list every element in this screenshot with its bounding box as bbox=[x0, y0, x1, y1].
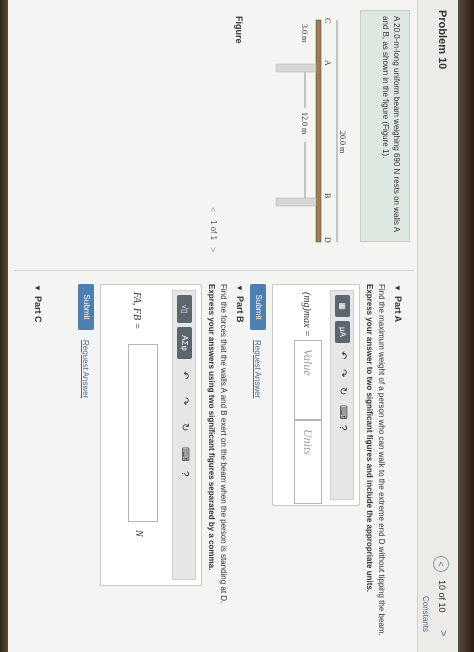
part-b-submit-button[interactable]: Submit bbox=[78, 284, 94, 330]
units-input[interactable]: Units bbox=[294, 420, 322, 504]
dim-3m-label: 3.0 m bbox=[300, 24, 309, 43]
part-b-variable-label: FA, FB = bbox=[131, 292, 142, 330]
part-a-variable-label: (mg)max = bbox=[301, 292, 312, 337]
keyboard-icon[interactable]: ⌨ bbox=[179, 447, 190, 461]
dim-20m-label: 20.0 m bbox=[338, 131, 347, 154]
label-B: B bbox=[323, 193, 332, 198]
photo-edge-right bbox=[458, 0, 474, 652]
mu-a-button[interactable]: μA bbox=[335, 321, 350, 343]
redo-icon[interactable]: ↷ bbox=[337, 369, 348, 377]
label-A: A bbox=[323, 60, 332, 66]
keyboard-icon[interactable]: ⌨ bbox=[337, 405, 348, 419]
undo-icon[interactable]: ↶ bbox=[337, 351, 348, 359]
part-a-title[interactable]: Part A bbox=[393, 296, 403, 322]
help-icon[interactable]: ? bbox=[337, 425, 348, 431]
part-c-collapse-icon[interactable]: ▼ bbox=[33, 284, 42, 292]
part-a-submit-button[interactable]: Submit bbox=[250, 284, 266, 330]
dim-12m-label: 12.0 m bbox=[300, 112, 309, 135]
wall-B bbox=[275, 197, 317, 207]
sqrt-button[interactable]: √▯ bbox=[177, 295, 192, 323]
figure-counter: 1 of 1 bbox=[209, 220, 218, 241]
beam-figure[interactable]: 20.0 m C A B D 3.0 m 12.0 m bbox=[252, 10, 362, 260]
redo-icon[interactable]: ↷ bbox=[179, 397, 190, 405]
part-a-question: Find the maximum weight of a person who … bbox=[377, 284, 386, 636]
figure-heading: Figure bbox=[234, 16, 244, 44]
problem-page: Problem 10 < 10 of 10 > Constants A 20.0… bbox=[8, 0, 458, 652]
header-bar bbox=[417, 0, 458, 652]
label-C: C bbox=[323, 18, 332, 23]
part-b-request-answer-link[interactable]: Request Answer bbox=[81, 340, 90, 398]
figure-prev-button[interactable]: < bbox=[208, 207, 218, 212]
help-icon[interactable]: ? bbox=[179, 471, 190, 477]
part-b-toolbar: √▯ ΑΣφ ↶ ↷ ↻ ⌨ ? bbox=[172, 290, 196, 580]
greek-symbols-button[interactable]: ΑΣφ bbox=[177, 327, 192, 359]
part-a-instruction: Express your answer to two significant f… bbox=[365, 284, 374, 593]
next-problem-button[interactable]: > bbox=[437, 630, 449, 636]
undo-icon[interactable]: ↶ bbox=[179, 371, 190, 379]
part-a-collapse-icon[interactable]: ▼ bbox=[393, 284, 402, 292]
part-b-question: Find the forces that the walls A and B e… bbox=[219, 284, 228, 604]
constants-link[interactable]: Constants bbox=[421, 596, 430, 632]
template-icon[interactable]: ▦ bbox=[335, 295, 350, 317]
part-b-title[interactable]: Part B bbox=[235, 296, 245, 323]
reset-icon[interactable]: ↻ bbox=[179, 423, 190, 431]
prev-problem-button[interactable]: < bbox=[433, 556, 449, 572]
label-D: D bbox=[323, 237, 332, 243]
problem-counter: 10 of 10 bbox=[437, 580, 447, 613]
part-b-collapse-icon[interactable]: ▼ bbox=[235, 284, 244, 292]
part-a-toolbar: ▦ μA ↶ ↷ ↻ ⌨ ? bbox=[330, 290, 354, 500]
forces-input[interactable] bbox=[128, 344, 158, 522]
beam bbox=[315, 19, 322, 243]
reset-icon[interactable]: ↻ bbox=[337, 387, 348, 395]
figure-next-button[interactable]: > bbox=[208, 247, 218, 252]
part-a-request-answer-link[interactable]: Request Answer bbox=[253, 340, 262, 398]
wall-A bbox=[275, 63, 317, 73]
column-divider bbox=[14, 270, 414, 271]
part-b-unit: N bbox=[133, 530, 144, 537]
page-title: Problem 10 bbox=[436, 10, 448, 70]
value-input[interactable]: Value bbox=[294, 340, 322, 420]
part-c-title[interactable]: Part C bbox=[33, 296, 43, 323]
part-b-instruction: Express your answers using two significa… bbox=[207, 284, 216, 571]
problem-statement: A 20.0-m-long uniform beam weighing 690 … bbox=[381, 16, 401, 232]
